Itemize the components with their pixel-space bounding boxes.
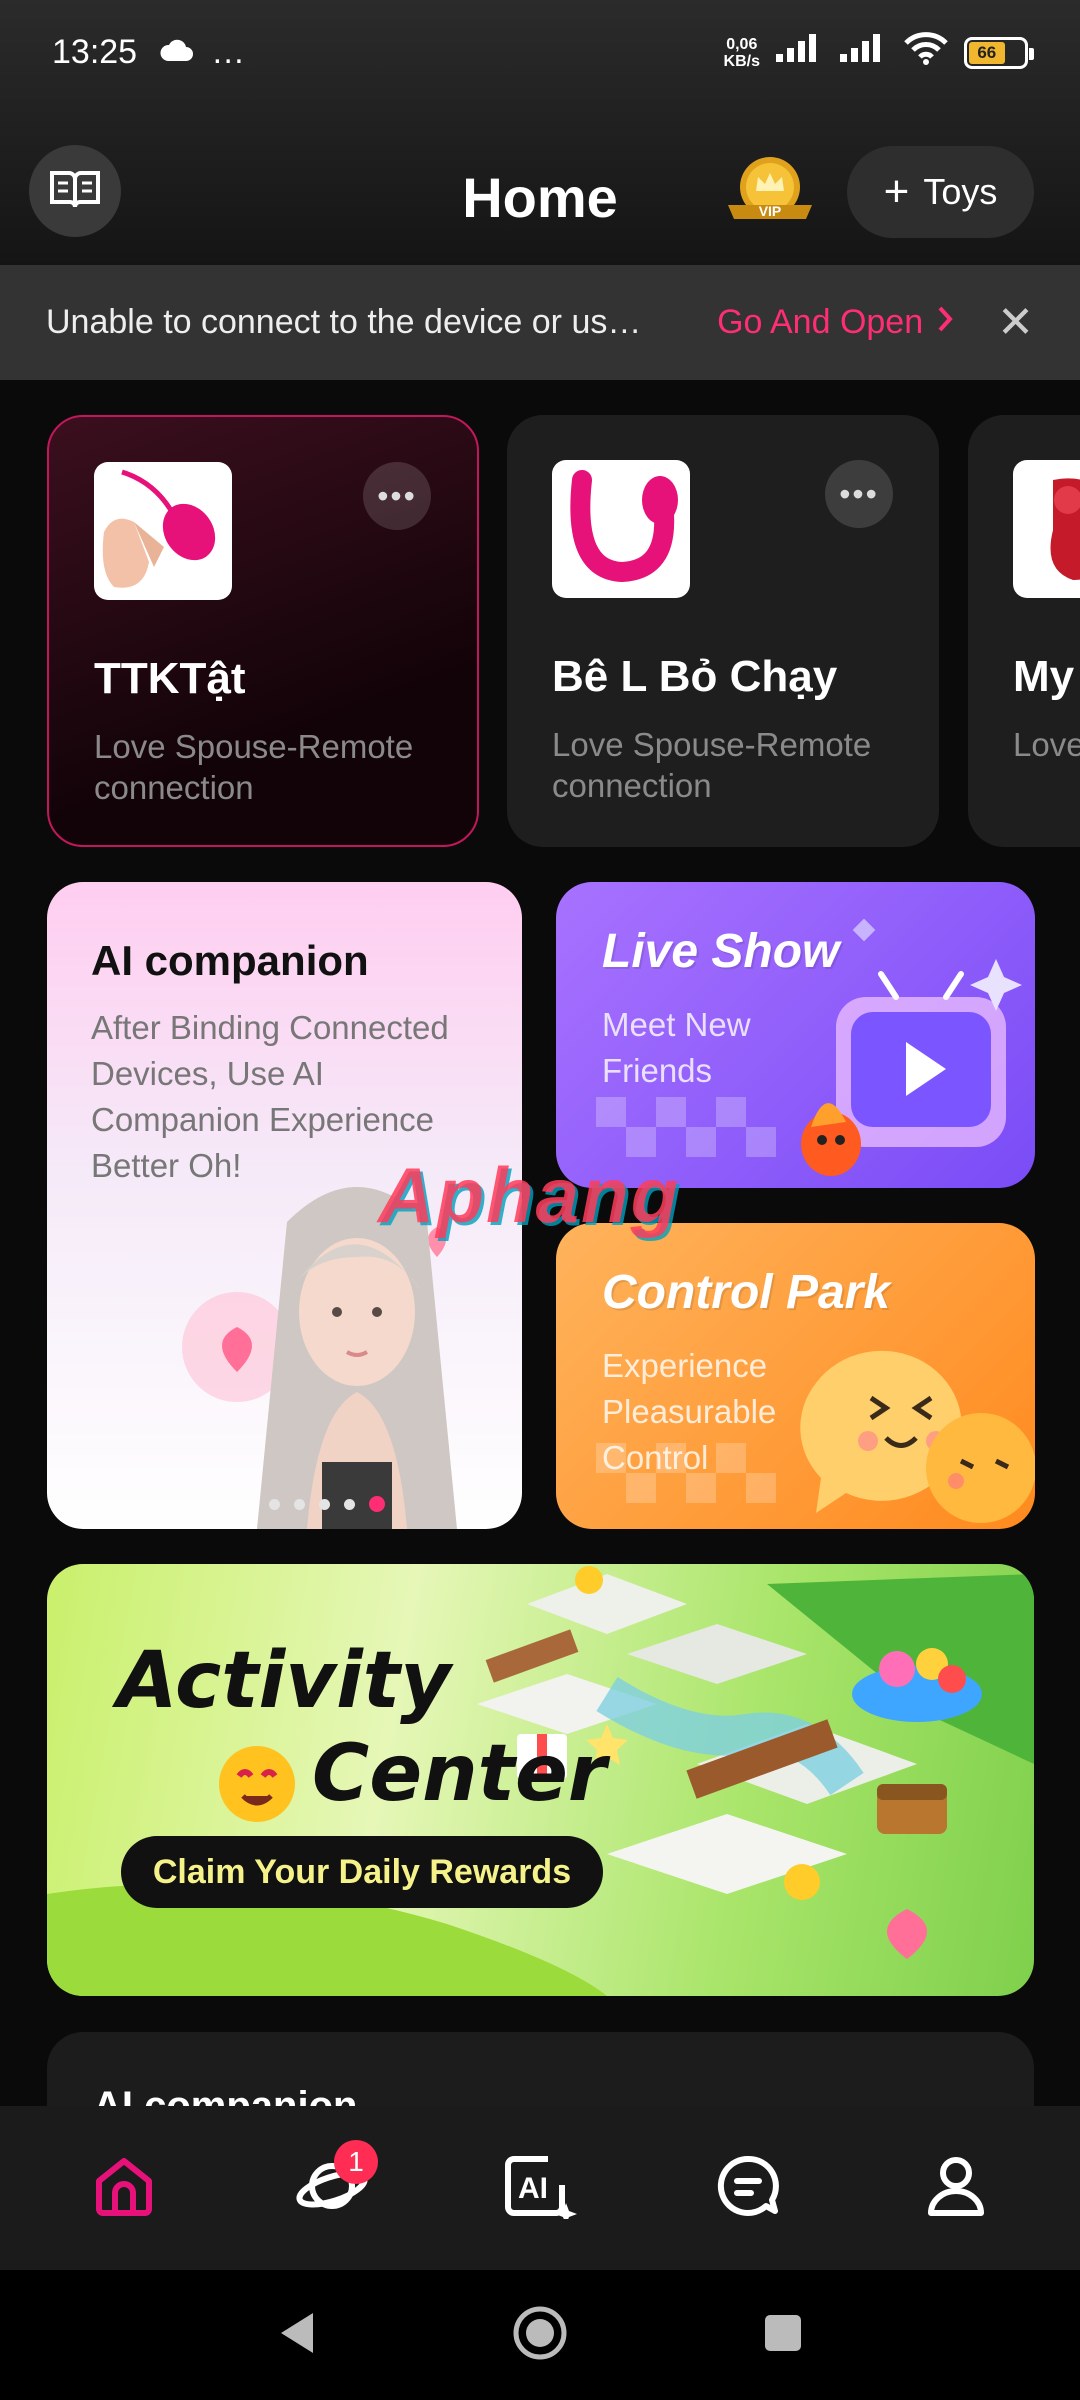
signal-icon-2 xyxy=(838,32,888,73)
device-card-partial-wrapper: My Love conn xyxy=(968,415,1080,847)
vip-label: VIP xyxy=(759,203,782,219)
network-speed: 0,06 KB/s xyxy=(724,36,760,70)
connection-notice: Unable to connect to the device or us… G… xyxy=(0,265,1080,380)
wifi-icon xyxy=(902,31,950,74)
tab-home[interactable] xyxy=(64,2128,184,2248)
net-speed-value: 0,06 xyxy=(726,35,758,53)
tab-explore[interactable]: 1 xyxy=(272,2128,392,2248)
battery-level: 66 xyxy=(969,41,1005,64)
device-subtitle-text: Love conn xyxy=(1013,726,1080,763)
profile-icon xyxy=(923,2153,989,2224)
signal-icon xyxy=(774,32,824,73)
claim-daily-rewards-button[interactable]: Claim Your Daily Rewards xyxy=(121,1836,603,1908)
more-notifications-icon: … xyxy=(211,33,246,71)
device-more-button[interactable]: ••• xyxy=(825,460,893,528)
control-park-card[interactable]: Control Park Experience Pleasurable Cont… xyxy=(556,1223,1035,1529)
control-park-subtitle: Experience Pleasurable Control xyxy=(602,1347,777,1476)
battery-icon: 66 xyxy=(964,36,1034,69)
add-toys-button[interactable]: + Toys xyxy=(847,146,1034,238)
ai-icon: AI xyxy=(502,2153,578,2225)
back-icon[interactable] xyxy=(277,2309,317,2362)
carousel-dot xyxy=(319,1498,330,1510)
cloud-icon xyxy=(159,33,194,72)
status-bar: 13:25 … 0,06 KB/s 66 xyxy=(0,0,1080,105)
activity-center-banner[interactable]: Activity Center Claim Your Daily Rewards xyxy=(47,1564,1034,1996)
carousel-dot xyxy=(269,1498,280,1510)
live-show-card[interactable]: Live Show Meet New Friends xyxy=(556,882,1035,1188)
recents-icon[interactable] xyxy=(763,2313,803,2358)
device-name: TTKTật xyxy=(94,654,246,703)
carousel-dot-active xyxy=(369,1496,385,1512)
svg-text:AI: AI xyxy=(518,2172,548,2205)
carousel-dot xyxy=(294,1498,305,1510)
toys-label: Toys xyxy=(923,171,998,212)
vip-badge[interactable]: VIP xyxy=(722,153,818,233)
device-subtitle: Love Spouse-Remote connection xyxy=(94,728,414,806)
net-speed-unit: KB/s xyxy=(723,52,760,70)
system-navigation-bar xyxy=(0,2270,1080,2400)
device-image xyxy=(1013,460,1080,598)
device-name: My xyxy=(1013,652,1075,701)
plus-icon: + xyxy=(883,167,910,216)
ai-card-title: AI companion xyxy=(91,937,369,984)
activity-title-line2: Center xyxy=(312,1729,607,1819)
bottom-tab-bar: 1 AI xyxy=(0,2106,1080,2270)
notification-badge: 1 xyxy=(334,2140,378,2184)
tab-messages[interactable] xyxy=(688,2128,808,2248)
app-header: Home VIP + Toys xyxy=(0,145,1080,245)
home-icon xyxy=(91,2153,157,2224)
activity-title-line1: Activity xyxy=(117,1636,451,1726)
device-card[interactable]: My Love conn xyxy=(968,415,1080,847)
tab-ai[interactable]: AI xyxy=(480,2128,600,2248)
watermark: Aphang xyxy=(378,1151,681,1239)
carousel-indicator xyxy=(269,1496,385,1512)
home-button-icon[interactable] xyxy=(512,2305,568,2366)
device-card[interactable]: ••• Bê L Bỏ Chạy Love Spouse-Remote conn… xyxy=(507,415,939,847)
device-image xyxy=(552,460,690,598)
go-and-open-label: Go And Open xyxy=(717,303,924,341)
device-subtitle: Love conn xyxy=(1013,724,1080,765)
device-image xyxy=(94,462,232,600)
live-show-subtitle: Meet New Friends xyxy=(602,1006,751,1089)
device-name: Bê L Bỏ Chạy xyxy=(552,652,838,701)
control-park-title: Control Park xyxy=(602,1266,891,1319)
device-subtitle: Love Spouse-Remote connection xyxy=(552,726,872,804)
close-icon[interactable]: ✕ xyxy=(997,297,1034,348)
tab-profile[interactable] xyxy=(896,2128,1016,2248)
live-show-title: Live Show xyxy=(602,925,840,978)
chat-icon xyxy=(715,2153,781,2224)
go-and-open-link[interactable]: Go And Open xyxy=(717,303,953,342)
chevron-right-icon xyxy=(937,303,953,342)
carousel-dot xyxy=(344,1498,355,1510)
notice-message: Unable to connect to the device or us… xyxy=(46,303,642,341)
clock: 13:25 xyxy=(52,33,138,71)
device-more-button[interactable]: ••• xyxy=(363,462,431,530)
device-card[interactable]: ••• TTKTật Love Spouse-Remote connection xyxy=(47,415,479,847)
